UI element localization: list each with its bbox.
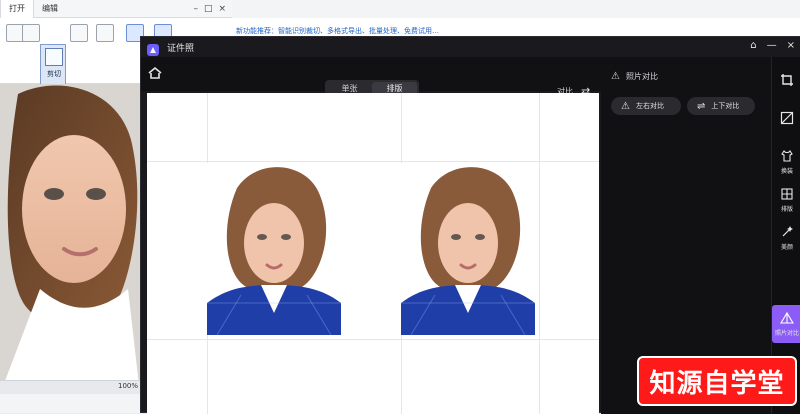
ribbon-icon-4[interactable] (96, 24, 114, 45)
ribbon-selected-tool[interactable]: 剪切 (40, 44, 66, 86)
id-photo-right[interactable] (401, 163, 535, 335)
ribbon-selected-tool-label: 剪切 (47, 70, 61, 78)
align-icon (96, 24, 114, 42)
right-panel-title: ⚠ 照片对比 (611, 71, 658, 82)
magic-icon (780, 225, 794, 239)
compare-left-right-label: 左右对比 (635, 102, 664, 110)
background-tab-controls: – □ × (193, 4, 232, 14)
id-photo-left[interactable] (207, 163, 341, 335)
sidebar-item-beauty[interactable]: 美颜 (772, 219, 800, 257)
compare-panel-icon: ⚠ (611, 71, 620, 82)
top-bottom-icon: ⇌ (697, 100, 706, 112)
compare-left-right-button[interactable]: ⚠ 左右对比 (611, 97, 681, 115)
app-logo-svg (147, 44, 159, 56)
clothes-icon (780, 149, 794, 163)
grid-line (147, 339, 599, 340)
sidebar-item-compare-label: 照片对比 (774, 330, 799, 337)
grid-line (539, 93, 540, 414)
compare-top-bottom-button[interactable]: ⇌ 上下对比 (687, 97, 755, 115)
sidebar-item-layout[interactable]: 排版 (772, 181, 800, 219)
compare-icon (780, 311, 794, 325)
background-svg (780, 111, 794, 125)
layout-grid-icon (780, 187, 794, 201)
left-right-icon: ⚠ (621, 100, 630, 112)
id-photo-illustration (401, 163, 535, 335)
background-portrait-image (0, 84, 140, 394)
background-tab-open[interactable]: 打开 (0, 0, 34, 18)
minimize-icon[interactable]: — (767, 40, 777, 51)
layout-grid-svg (781, 188, 793, 200)
layout-canvas (147, 93, 599, 414)
sidebar-item-beauty-label: 美颜 (780, 244, 793, 251)
close-icon[interactable]: × (218, 4, 226, 14)
background-tabs: 打开 编辑 – □ × (0, 0, 232, 18)
home-button[interactable] (147, 65, 163, 81)
ribbon-icon-2[interactable] (22, 24, 40, 45)
right-panel-title-text: 照片对比 (625, 72, 658, 81)
sidebar-item-clothes[interactable]: 换装 (772, 143, 800, 181)
compare-svg (780, 311, 794, 324)
top-toolbar: 单张 排版 对比 ⇄ (141, 57, 601, 98)
background-zoom-text: 100% (118, 382, 139, 390)
home-icon (148, 66, 162, 79)
cut-icon (45, 48, 63, 66)
home-window-icon[interactable]: ⌂ (750, 40, 756, 51)
close-icon[interactable]: × (787, 40, 795, 51)
window-controls: ⌂ — × (750, 40, 795, 51)
portrait-illustration (0, 84, 140, 394)
watermark: 知源自学堂 (637, 356, 797, 406)
sidebar-item-compare[interactable]: 照片对比 (772, 305, 800, 343)
clothes-svg (781, 149, 793, 162)
minimize-icon[interactable]: – (193, 4, 198, 14)
grid-line (147, 161, 599, 162)
crop-icon (780, 73, 794, 87)
background-icon (780, 111, 794, 125)
watermark-text: 知源自学堂 (649, 368, 785, 399)
sidebar-item-crop[interactable] (772, 67, 800, 105)
ribbon-icon-3[interactable] (70, 24, 88, 45)
app-titlebar: 证件照 ⌂ — × (141, 37, 800, 57)
app-logo-icon (147, 41, 159, 56)
background-tab-edit[interactable]: 编辑 (34, 0, 66, 18)
id-photo-illustration (207, 163, 341, 335)
compare-top-bottom-label: 上下对比 (711, 102, 740, 110)
sidebar-item-background[interactable] (772, 105, 800, 143)
sidebar-item-clothes-label: 换装 (780, 168, 793, 175)
maximize-icon[interactable]: □ (204, 4, 213, 14)
magic-svg (782, 226, 793, 237)
app-title: 证件照 (167, 44, 195, 54)
crop-svg (781, 74, 793, 86)
brush-icon (70, 24, 88, 42)
format-icon (22, 24, 40, 42)
sidebar-item-layout-label: 排版 (780, 206, 793, 213)
